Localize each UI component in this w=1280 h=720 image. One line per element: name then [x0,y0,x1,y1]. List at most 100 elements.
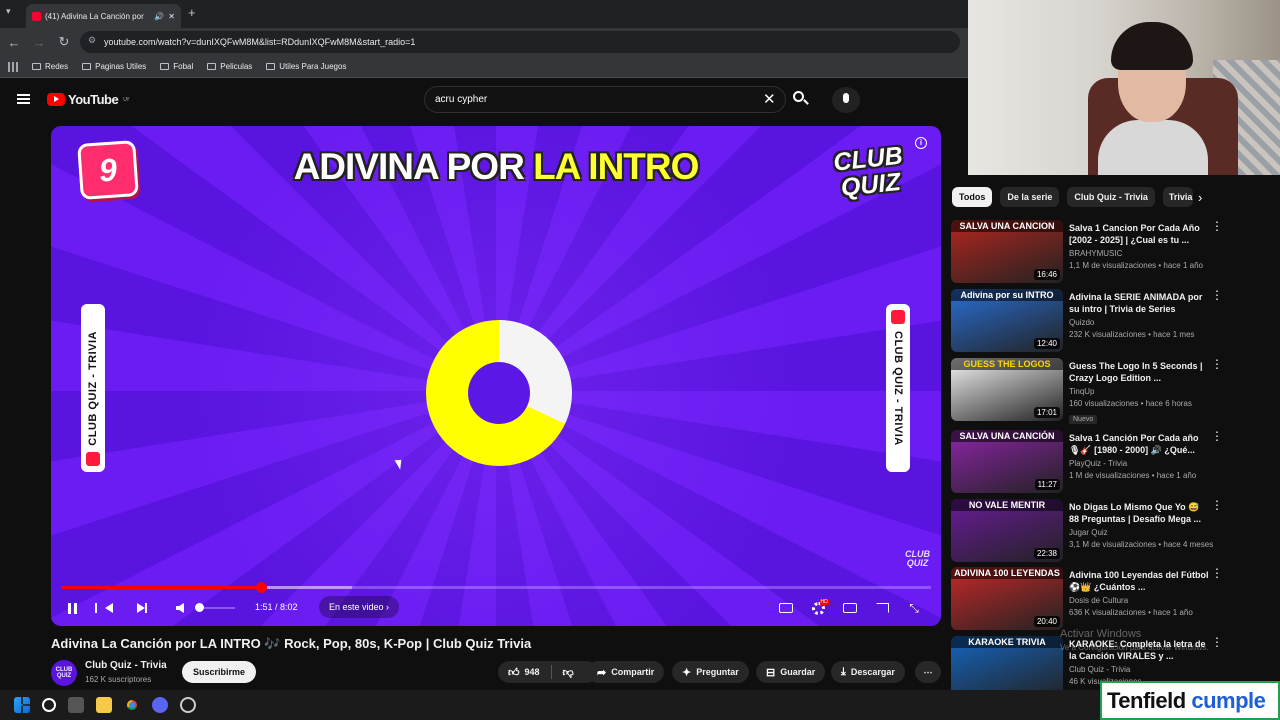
ask-button[interactable]: ✦ Preguntar [672,661,749,683]
pause-button[interactable] [65,598,79,618]
save-button[interactable]: ⊟ Guardar [756,661,826,683]
info-icon[interactable]: i [915,137,927,149]
thumbnail-text: GUESS THE LOGOS [951,358,1063,370]
related-video-item[interactable]: GUESS THE LOGOS 17:01 Guess The Logo In 5 … [951,358,1231,424]
bookmark-utiles-para-juegos[interactable]: Utiles Para Juegos [266,62,346,71]
filter-chips: Todos De la serie Club Quiz - Trivia Tri… [952,187,1193,207]
search-icon[interactable] [790,89,812,109]
related-video-channel[interactable]: Quizdo [1069,318,1209,327]
settings-button[interactable]: HD [810,598,829,618]
video-thumbnail[interactable]: SALVA UNA CANCION 16:46 [951,220,1063,283]
webcam-overlay [968,0,1280,175]
chip-todos[interactable]: Todos [952,187,993,207]
fullscreen-button[interactable]: ⤡ [906,598,922,618]
download-button[interactable]: ⤓ Descargar [831,661,905,683]
cast-button[interactable] [874,598,890,618]
related-video-item[interactable]: SALVA UNA CANCIÓN 11:27 Salva 1 Canción Po… [951,430,1231,494]
more-vertical-icon[interactable]: ⋮ [1211,499,1223,511]
more-vertical-icon[interactable]: ⋮ [1211,430,1223,442]
tenfield-overlay-logo: Tenfield cumple [1100,681,1280,720]
related-video-title[interactable]: Salva 1 Cancion Por Cada Año [2002 - 202… [1069,222,1209,246]
thumbnail-text: ADIVINA 100 LEYENDAS [951,567,1063,579]
share-button[interactable]: ➦ Compartir [587,661,665,683]
related-video-title[interactable]: Salva 1 Canción Por Cada año 🎙🎸 [1980 - … [1069,432,1209,456]
tab-close-icon[interactable]: ✕ [168,12,175,21]
previous-button[interactable] [95,598,117,618]
chip-club-quiz[interactable]: Club Quiz - Trivia [1067,187,1155,207]
bookmark-redes[interactable]: Redes [32,62,68,71]
related-video-channel[interactable]: TinqUp [1069,387,1209,396]
gear-icon: HD [811,598,829,615]
video-thumbnail[interactable]: Adivina por su INTRO 12:40 [951,289,1063,352]
voice-search-mic-icon[interactable] [832,87,860,113]
related-video-item[interactable]: NO VALE MENTIR 22:38 No Digas Lo Mismo Que… [951,499,1231,563]
more-vertical-icon[interactable]: ⋮ [1211,358,1223,370]
youtube-logo[interactable]: YouTube UY [47,92,130,107]
menu-icon[interactable] [17,94,30,104]
bookmark-peliculas[interactable]: Peliculas [207,62,252,71]
chevron-right-icon[interactable]: › [1198,190,1202,205]
related-video-channel[interactable]: PlayQuiz - Trivia [1069,459,1209,468]
related-video-title[interactable]: Adivina 100 Leyendas del Fútbol ⚽👑 ¿Cuán… [1069,569,1209,593]
video-thumbnail[interactable]: ADIVINA 100 LEYENDAS 20:40 [951,567,1063,630]
progress-bar[interactable] [61,582,931,593]
related-video-title[interactable]: Guess The Logo In 5 Seconds | Crazy Logo… [1069,360,1209,384]
discord-icon[interactable] [152,697,168,713]
task-view-icon[interactable] [68,697,84,713]
address-bar[interactable]: ⚙ youtube.com/watch?v=dunIXQFwM8M&list=R… [80,31,960,53]
more-vertical-icon[interactable]: ⋮ [1211,636,1223,648]
site-info-icon[interactable]: ⚙ [88,35,96,46]
like-count[interactable]: 948 [525,667,540,677]
back-arrow-icon[interactable]: ← [3,35,25,50]
related-video-channel[interactable]: BRAHYMUSIC [1069,249,1209,258]
bookmark-paginas-utiles[interactable]: Paginas Utiles [82,62,146,71]
related-video-item[interactable]: ADIVINA 100 LEYENDAS 20:40 Adivina 100 Ley… [951,567,1231,631]
subscribe-button[interactable]: Suscribirme [182,661,257,683]
channel-name[interactable]: Club Quiz - Trivia [85,660,167,671]
related-video-item[interactable]: Adivina por su INTRO 12:40 Adivina la SERI… [951,289,1231,353]
related-video-channel[interactable]: Club Quiz - Trivia [1069,665,1209,674]
more-actions-button[interactable]: ⋯ [915,661,941,683]
chapter-button[interactable]: En este video › [319,596,400,618]
app-icon[interactable] [180,697,196,713]
chrome-icon[interactable] [124,697,140,713]
more-vertical-icon[interactable]: ⋮ [1211,567,1223,579]
subtitles-button[interactable] [778,598,794,618]
related-video-item[interactable]: SALVA UNA CANCION 16:46 Salva 1 Cancion Po… [951,220,1231,284]
chip-trivia[interactable]: Trivia [1162,187,1193,207]
channel-avatar[interactable]: CLUB QUIZ [51,660,77,686]
video-player[interactable]: 9 ADIVINA POR LA INTRO CLUB QUIZ i CLUB Q… [51,126,941,626]
more-vertical-icon[interactable]: ⋮ [1211,289,1223,301]
more-vertical-icon[interactable]: ⋮ [1211,220,1223,232]
thumbs-up-icon[interactable]: 👍︎ [508,666,520,679]
chip-de-la-serie[interactable]: De la serie [1000,187,1060,207]
search-input[interactable]: acru cypher [424,86,786,113]
windows-start-icon[interactable] [14,697,30,713]
related-video-channel[interactable]: Jugar Quiz [1069,528,1209,537]
video-title: Adivina La Canción por LA INTRO 🎶 Rock, … [51,636,532,651]
forward-arrow-icon[interactable]: → [28,35,50,50]
volume-knob[interactable] [195,603,204,612]
browser-tab[interactable]: (41) Adivina La Canción por 🔊 ✕ [26,4,181,28]
region-code: UY [123,96,130,103]
taskbar-search-icon[interactable] [42,698,56,712]
related-video-title[interactable]: Adivina la SERIE ANIMADA por su intro | … [1069,291,1209,315]
tab-search-icon[interactable]: ▾ [6,6,11,17]
thumbs-down-icon[interactable]: 👎︎ [563,666,574,679]
new-tab-plus-icon[interactable]: + [188,5,196,20]
theater-mode-button[interactable] [842,598,858,618]
video-thumbnail[interactable]: SALVA UNA CANCIÓN 11:27 [951,430,1063,493]
reload-icon[interactable]: ↻ [53,34,75,50]
next-button[interactable] [133,598,149,618]
mute-button[interactable] [173,598,187,618]
related-video-title[interactable]: No Digas Lo Mismo Que Yo 😅 88 Preguntas … [1069,501,1209,525]
clear-search-icon[interactable]: ✕ [763,90,776,108]
bookmark-fobal[interactable]: Fobal [160,62,193,71]
file-explorer-icon[interactable] [96,697,112,713]
video-thumbnail[interactable]: NO VALE MENTIR 22:38 [951,499,1063,562]
apps-grid-icon[interactable] [8,61,18,72]
related-video-channel[interactable]: Dosis de Cultura [1069,596,1209,605]
tab-audio-icon[interactable]: 🔊 [154,12,164,21]
video-thumbnail[interactable]: GUESS THE LOGOS 17:01 [951,358,1063,421]
volume-slider[interactable] [195,603,235,612]
